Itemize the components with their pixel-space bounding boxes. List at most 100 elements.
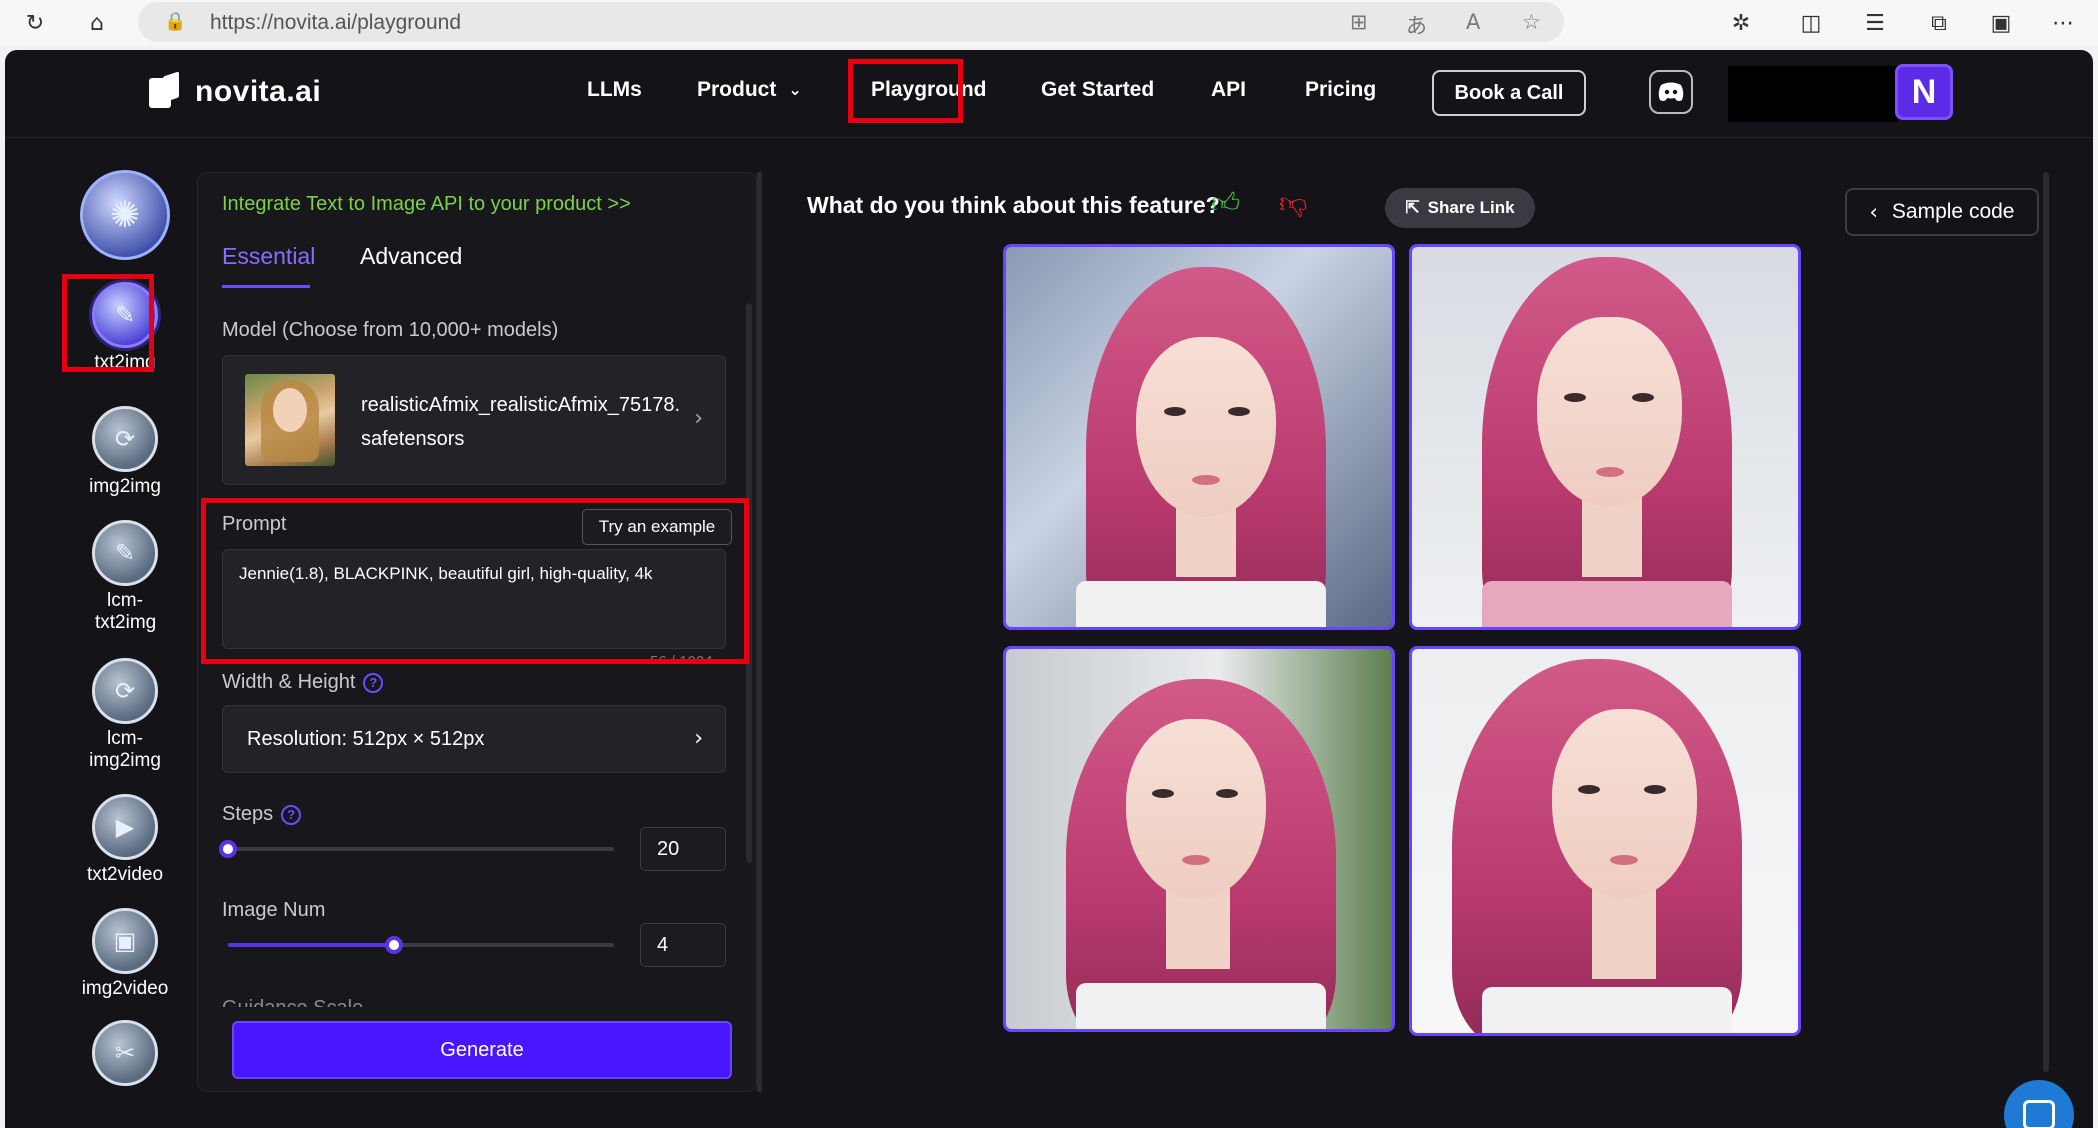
book-call-button[interactable]: Book a Call xyxy=(1432,70,1586,116)
favorites-icon[interactable]: ☰ xyxy=(1858,6,1892,40)
sidebar-item-lcm-txt2img[interactable]: ✎ lcm-txt2img xyxy=(61,520,189,634)
top-navigation: novita.ai LLMs Product ⌄ Playground Get S… xyxy=(5,50,2093,138)
translate-icon[interactable]: あ xyxy=(1406,10,1427,40)
lcm-icon: ✎ xyxy=(92,520,158,586)
image-num-slider[interactable] xyxy=(228,936,614,954)
image-num-slider-handle[interactable] xyxy=(384,936,403,954)
size-label: Width & Height? xyxy=(222,671,384,694)
logo[interactable]: novita.ai xyxy=(149,71,322,110)
ai-brain-icon: ✺ xyxy=(80,170,170,260)
generated-image-3[interactable] xyxy=(1003,646,1395,1032)
feedback-question: What do you think about this feature? xyxy=(807,192,1220,218)
playground-highlight xyxy=(848,59,963,123)
active-tab-indicator xyxy=(222,285,310,288)
url-text[interactable]: https://novita.ai/playground xyxy=(210,11,461,35)
dress-shape xyxy=(1482,581,1732,627)
redacted-area xyxy=(1728,66,1898,122)
guidance-scale-label: Guidance Scale xyxy=(222,997,363,1007)
chat-icon xyxy=(2023,1100,2055,1128)
reload-icon[interactable]: ↻ xyxy=(18,6,52,40)
discord-icon[interactable] xyxy=(1649,70,1693,114)
help-icon[interactable]: ? xyxy=(363,673,384,693)
generate-button[interactable]: Generate xyxy=(232,1021,732,1079)
dress-shape xyxy=(1076,983,1326,1029)
rail-brain-logo[interactable]: ✺ xyxy=(61,170,189,260)
sidebar-item-img2video[interactable]: ▣ img2video xyxy=(61,908,189,1000)
share-icon: ⇱ xyxy=(1405,198,1420,217)
image-video-icon: ▣ xyxy=(92,908,158,974)
image-num-slider-fill xyxy=(228,943,394,947)
steps-input[interactable]: 20 xyxy=(640,827,726,871)
api-promo-link[interactable]: Integrate Text to Image API to your prod… xyxy=(222,193,631,216)
resolution-selector[interactable]: Resolution: 512px × 512px › xyxy=(222,705,726,773)
logo-icon xyxy=(149,71,183,110)
nav-pricing[interactable]: Pricing xyxy=(1305,78,1376,102)
nav-get-started[interactable]: Get Started xyxy=(1041,78,1154,102)
chevron-right-icon: › xyxy=(694,406,703,431)
chevron-right-icon: › xyxy=(694,726,703,751)
chevron-down-icon: ⌄ xyxy=(788,80,802,99)
sidebar-item-more[interactable]: ✂ xyxy=(61,1020,189,1086)
sidebar-item-label: txt2video xyxy=(86,864,164,885)
generated-image-2[interactable] xyxy=(1409,244,1801,630)
home-icon[interactable]: ⌂ xyxy=(80,6,114,40)
share-link-button[interactable]: ⇱ Share Link xyxy=(1385,188,1535,228)
user-avatar[interactable]: N xyxy=(1895,64,1953,120)
image-convert-icon: ⟳ xyxy=(92,406,158,472)
nav-product[interactable]: Product ⌄ xyxy=(697,78,802,102)
logo-text: novita.ai xyxy=(195,75,322,108)
tab-advanced[interactable]: Advanced xyxy=(360,243,462,270)
favorite-star-icon[interactable]: ☆ xyxy=(1522,10,1541,34)
generated-image-4[interactable] xyxy=(1409,646,1801,1036)
image-num-label: Image Num xyxy=(222,899,326,921)
sidebar-item-lcm-img2img[interactable]: ⟳ lcm-img2img xyxy=(61,658,189,772)
nav-api[interactable]: API xyxy=(1211,78,1246,102)
help-icon[interactable]: ? xyxy=(281,805,302,825)
thumbs-up-icon[interactable]: 👍︎ xyxy=(1211,186,1240,220)
chat-support-button[interactable] xyxy=(2004,1080,2074,1128)
image-num-input[interactable]: 4 xyxy=(640,923,726,967)
resolution-value: Resolution: 512px × 512px xyxy=(247,728,485,750)
sidebar-item-img2img[interactable]: ⟳ img2img xyxy=(61,406,189,498)
extensions-icon[interactable]: ✲ xyxy=(1724,6,1758,40)
nav-llms[interactable]: LLMs xyxy=(587,78,642,102)
apps-icon[interactable]: ⊞ xyxy=(1350,10,1368,34)
app-window: novita.ai LLMs Product ⌄ Playground Get S… xyxy=(5,50,2093,1128)
tool-icon: ✂ xyxy=(92,1020,158,1086)
more-options-icon[interactable]: ⋯ xyxy=(2046,6,2080,40)
sidebar-item-txt2video[interactable]: ▶ txt2video xyxy=(61,794,189,886)
sample-code-label: Sample code xyxy=(1891,200,2015,223)
read-aloud-icon[interactable]: A xyxy=(1466,10,1480,34)
sidebar-item-label: img2video xyxy=(81,978,169,999)
size-label-text: Width & Height xyxy=(222,671,356,693)
sidebar-item-label: img2img xyxy=(89,476,161,497)
sample-code-button[interactable]: ‹ Sample code xyxy=(1845,188,2039,236)
steps-slider[interactable] xyxy=(219,840,614,858)
thumbs-down-icon[interactable]: 👎︎ xyxy=(1279,186,1307,220)
steps-label-text: Steps xyxy=(222,803,274,825)
lock-icon: 🔒 xyxy=(164,11,187,32)
model-selector[interactable]: realisticAfmix_realisticAfmix_75178.safe… xyxy=(222,355,726,485)
steps-slider-handle[interactable] xyxy=(219,840,237,858)
prompt-highlight xyxy=(201,498,749,664)
generated-image-1[interactable] xyxy=(1003,244,1395,630)
model-thumbnail xyxy=(245,374,335,466)
split-screen-icon[interactable]: ◫ xyxy=(1794,6,1828,40)
lcm-image-icon: ⟳ xyxy=(92,658,158,724)
address-bar[interactable]: 🔒 https://novita.ai/playground ⊞ あ A ☆ xyxy=(138,2,1564,42)
tab-essential[interactable]: Essential xyxy=(222,243,315,270)
panel-divider[interactable] xyxy=(757,172,762,1092)
model-name: realisticAfmix_realisticAfmix_75178.safe… xyxy=(361,394,681,450)
txt2img-highlight xyxy=(62,274,154,372)
dress-shape xyxy=(1076,581,1326,627)
share-link-label: Share Link xyxy=(1427,198,1515,217)
dress-shape xyxy=(1482,987,1732,1033)
results-scrollbar[interactable] xyxy=(2043,172,2049,1072)
sidebar-item-label: lcm-img2img xyxy=(89,728,161,771)
sidebar-toggle-icon[interactable]: ▣ xyxy=(1984,6,2018,40)
chevron-left-icon: ‹ xyxy=(1869,200,1878,224)
collections-icon[interactable]: ⧉ xyxy=(1922,6,1956,40)
browser-toolbar: ↻ ⌂ 🔒 https://novita.ai/playground ⊞ あ A… xyxy=(0,0,2098,46)
video-play-icon: ▶ xyxy=(92,794,158,860)
model-label: Model (Choose from 10,000+ models) xyxy=(222,319,559,341)
